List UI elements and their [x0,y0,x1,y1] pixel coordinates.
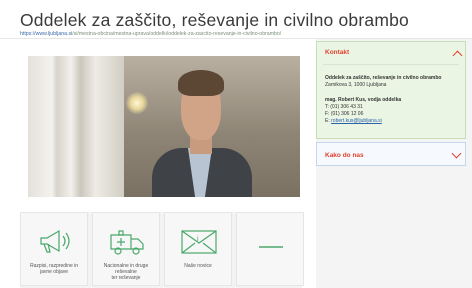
photo-background-wall [28,56,124,197]
tile-more[interactable] [236,212,304,286]
chevron-up-icon[interactable] [452,50,463,61]
kontakt-email-row: E: robert.kus@ljubljana.si [325,118,382,124]
email-prefix: E: [325,118,330,124]
tile-label-line1: Nacionalne in druge reševalne [103,263,149,275]
kako-do-nas-heading[interactable]: Kako do nas [325,152,364,159]
chevron-down-icon[interactable] [451,148,462,159]
kako-do-nas-panel[interactable]: Kako do nas [316,142,466,166]
tile-label-line2: javne objave [39,269,69,275]
page-title: Oddelek za zaščito, reševanje in civilno… [20,10,409,30]
url-host[interactable]: https://www.ljubljana.si [20,31,72,37]
photo-lamp [126,92,148,114]
kontakt-heading[interactable]: Kontakt [325,49,349,56]
kontakt-panel: Kontakt Oddelek za zaščito, reševanje in… [316,41,466,139]
kontakt-email-link[interactable]: robert.kus@ljubljana.si [331,118,382,124]
photo-hair [178,70,224,96]
dash-icon [259,246,283,248]
tile-novice[interactable]: i Naše novice [164,212,232,286]
tile-label-line1: Naše novice [184,263,212,269]
page-url[interactable]: https://www.ljubljana.si/si/mestna-obcin… [20,31,281,37]
envelope-icon: i [181,230,217,254]
ambulance-icon [110,230,144,255]
kontakt-divider [323,64,459,65]
portrait-photo [28,56,300,197]
svg-text:i: i [197,236,199,243]
tile-label-line2: ter reševanje [111,275,141,281]
kontakt-address: Zarnikova 3, 1000 Ljubljana [325,82,387,88]
megaphone-icon [40,229,70,253]
tile-razpisi[interactable]: Razpisi, razpredine in javne objave [20,212,88,286]
url-path[interactable]: /si/mestna-obcina/mestna-uprava/oddelki/… [72,31,281,37]
kontakt-fax: F: (01) 306 12 06 [325,111,364,117]
tile-resevanje[interactable]: Nacionalne in druge reševalne ter reševan… [92,212,160,286]
kontakt-head-name: mag. Robert Kus, vodja oddelka [325,97,402,103]
quick-links: Razpisi, razpredine in javne objave Nacio… [20,212,304,288]
kontakt-org-name: Oddelek za zaščito, reševanje in civilno… [325,75,442,81]
kontakt-phone: T: (01) 306 43 31 [325,104,363,110]
